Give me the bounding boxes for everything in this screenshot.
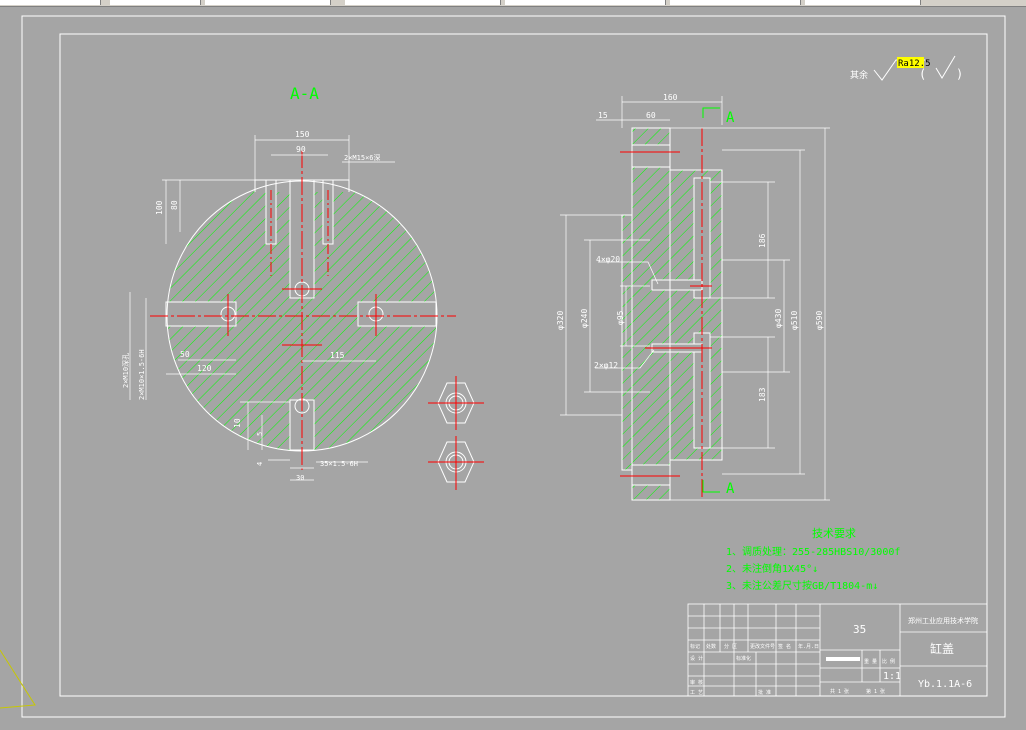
ucs-icon	[0, 649, 36, 709]
holes-20: 4×φ20	[596, 255, 620, 264]
outer-border	[21, 15, 1006, 718]
phi-590: φ590	[815, 311, 824, 330]
phi-430: φ430	[774, 309, 783, 328]
rev-header-3: 分 区	[724, 643, 737, 650]
hex-nut-bottom	[428, 436, 484, 490]
dim-60: 60	[646, 111, 656, 120]
stage-mark-bar	[826, 657, 860, 661]
roughness-paren-close: )	[956, 67, 963, 81]
front-view: 150 90 2×M15×6深 100 80 2×M10深孔 2×M10×1.5…	[121, 130, 456, 482]
rev-header-2: 处数	[706, 643, 716, 650]
phi-95: φ95	[616, 310, 625, 325]
sheets-total: 共 1 张	[830, 688, 849, 695]
toolbar-field-2[interactable]	[110, 0, 201, 5]
roughness-symbol: 其余 Ra12.5 ( )	[850, 55, 963, 81]
section-arrow-bottom: A	[726, 481, 735, 497]
dim-5: 5	[256, 432, 264, 436]
dim-90: 90	[296, 145, 306, 154]
tech-item-3: 3、未注公差尺寸按GB/T1804-m↓	[726, 579, 878, 592]
dim-4: 4	[256, 462, 264, 466]
material-value: 35	[853, 623, 866, 636]
scale-value: 1:1	[883, 671, 901, 682]
toolbar-field-5[interactable]	[505, 0, 666, 5]
rev-header-1: 标记	[690, 643, 700, 650]
toolbar-field-7[interactable]	[805, 0, 921, 5]
dim-183: 183	[758, 387, 767, 402]
dim-30: 30	[296, 474, 304, 482]
design-label: 设 计	[690, 655, 703, 662]
std-label: 标准化	[736, 655, 751, 662]
scale-label: 比 例	[882, 658, 895, 665]
cad-drawing-canvas[interactable]: 其余 Ra12.5 ( ) A-A 150 90 2×M15×6深 100 80…	[0, 6, 1026, 730]
section-arrow-top: A	[726, 110, 735, 126]
roughness-paren-open: (	[919, 67, 926, 81]
school-name: 郑州工业应用技术学院	[908, 616, 978, 625]
dim-150: 150	[295, 130, 310, 139]
dim-thread-top: 2×M15×6深	[344, 153, 381, 162]
holes-12: 2×φ12	[594, 361, 618, 370]
drawing-number: Yb.1.1A-6	[918, 679, 972, 690]
tech-item-1: 1、调质处理：255-285HBS10/3000f	[726, 546, 900, 558]
technical-requirements: 技术要求 1、调质处理：255-285HBS10/3000f 2、未注倒角1X4…	[726, 527, 900, 592]
dim-120: 120	[197, 364, 212, 373]
rev-header-4: 更改文件号	[750, 643, 775, 650]
side-view: A A 160 15 60 4×φ20 2×φ12 φ320 φ240 φ95 …	[556, 93, 830, 501]
phi-240: φ240	[580, 309, 589, 328]
dim-115: 115	[330, 351, 345, 360]
part-name: 缸盖	[930, 641, 954, 656]
weight-label: 重 量	[864, 658, 877, 665]
roughness-prefix: 其余	[850, 69, 868, 81]
process-label: 工 艺	[690, 690, 703, 696]
review-label: 审 核	[690, 679, 703, 686]
title-block: 标记 处数 分 区 更改文件号 签 名 年.月.日 设 计 标准化 审 核 工 …	[687, 603, 988, 697]
left-note-2: 2×M10×1.5-6H	[138, 349, 146, 400]
dim-80: 80	[170, 200, 179, 210]
sheet-number: 第 1 张	[866, 688, 885, 695]
hex-nut-top	[428, 376, 484, 430]
dim-15: 15	[598, 111, 608, 120]
dim-10: 10	[233, 418, 242, 428]
tech-title: 技术要求	[812, 527, 856, 540]
approve-label: 批 准	[758, 689, 771, 696]
toolbar-field-1[interactable]	[0, 0, 101, 5]
dim-50: 50	[180, 350, 190, 359]
left-note-1: 2×M10深孔	[121, 353, 130, 388]
rev-header-6: 年.月.日	[798, 643, 819, 650]
toolbar-field-6[interactable]	[670, 0, 801, 5]
toolbar-field-3[interactable]	[205, 0, 331, 5]
phi-510: φ510	[790, 311, 799, 330]
dim-160: 160	[663, 93, 678, 102]
toolbar-field-4[interactable]	[345, 0, 501, 5]
phi-320: φ320	[556, 311, 565, 330]
tech-item-2: 2、未注倒角1X45°↓	[726, 562, 818, 575]
dim-186: 186	[758, 233, 767, 248]
dim-thread-bottom: 35×1.5-6H	[320, 460, 358, 468]
dim-100: 100	[155, 200, 164, 215]
section-label: A-A	[290, 84, 319, 103]
rev-header-5: 签 名	[778, 643, 791, 650]
